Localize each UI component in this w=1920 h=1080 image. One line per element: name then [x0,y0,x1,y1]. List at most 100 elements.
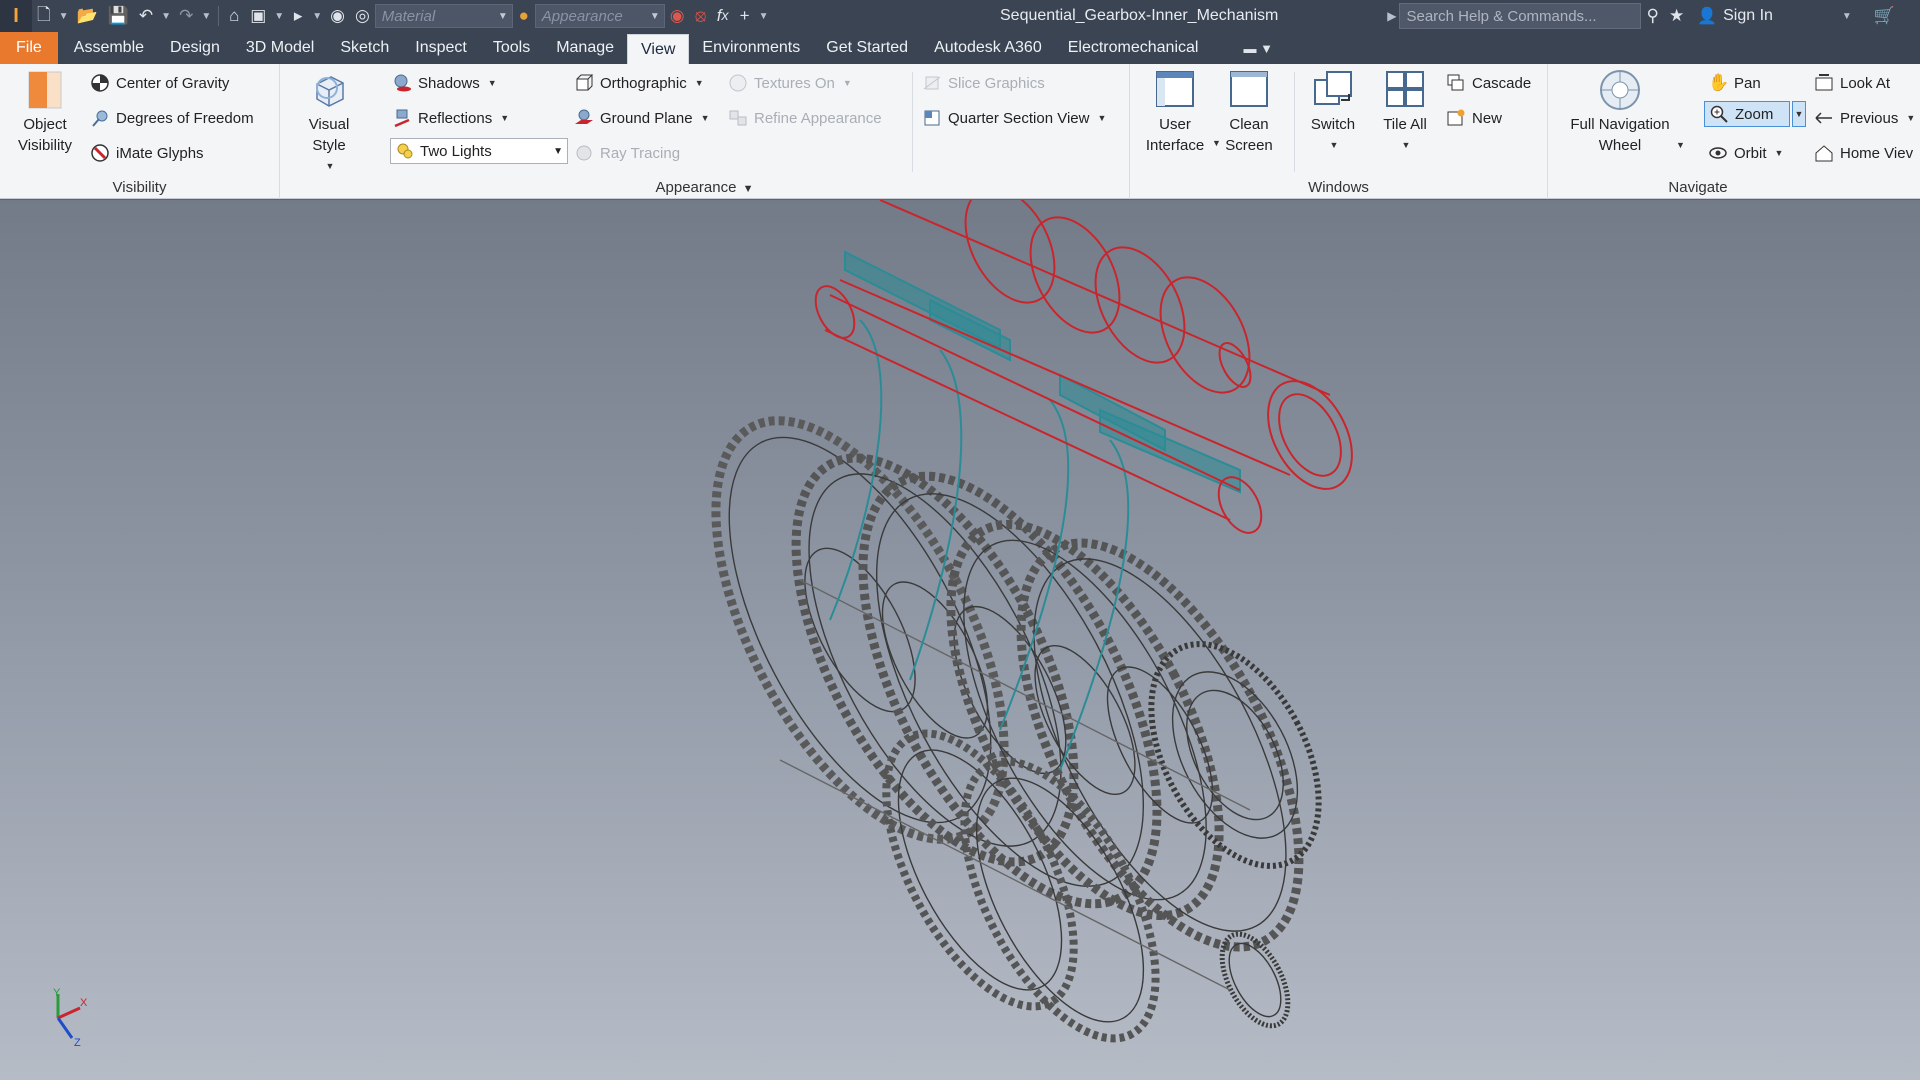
user-interface-button[interactable]: User Interface [1140,68,1210,156]
visual-style-button[interactable]: Visual Style ▼ [292,68,366,177]
home-icon[interactable]: ⌂ [223,0,245,32]
switch-button[interactable]: Switch ▼ [1298,68,1368,156]
home-view-icon [1815,145,1833,162]
add-icon[interactable]: + [734,0,756,32]
x-axis-line [57,1006,81,1020]
previous-view-label: Previous [1840,109,1899,127]
save-icon[interactable]: 💾 [103,0,134,32]
tile-all-button[interactable]: Tile All ▼ [1372,68,1438,156]
function-icon[interactable]: fx [712,0,734,32]
shadows-button[interactable]: Shadows ▼ [392,69,497,97]
drum-top-edge [879,200,1331,396]
tab-inspect[interactable]: Inspect [402,32,480,64]
appearance-sphere-icon[interactable]: ● [513,0,535,32]
tab-3d-model[interactable]: 3D Model [233,32,327,64]
tab-sketch[interactable]: Sketch [327,32,402,64]
expand-arrow-icon[interactable]: ▶ [1384,0,1399,32]
ribbon-display-toggle-icon[interactable]: ▬ ▼ [1243,32,1272,64]
slice-graphics-button[interactable]: Slice Graphics [922,69,1045,97]
gear-stack [711,416,1322,1043]
app-logo-icon[interactable]: I [0,0,32,32]
orbit-button[interactable]: Orbit ▼ [1708,139,1783,167]
tab-environments[interactable]: Environments [689,32,813,64]
new-window-button[interactable]: New [1446,104,1502,132]
select-icon[interactable]: ▸ [287,0,309,32]
appearance-combo[interactable]: Appearance ▼ [534,4,665,28]
chevron-down-icon: ▼ [1906,113,1916,123]
open-folder-icon[interactable]: 📂 [72,0,103,32]
tab-file[interactable]: File [0,32,58,64]
refine-appearance-button[interactable]: Refine Appearance [728,104,882,132]
center-of-gravity-icon [91,74,109,92]
graphics-viewport[interactable]: X Y Z [0,200,1920,1080]
tab-manage[interactable]: Manage [543,32,627,64]
sign-in-label: Sign In [1723,7,1773,24]
quarter-section-view-button[interactable]: Quarter Section View ▼ [922,104,1106,132]
gear-1 [711,416,1009,844]
tab-tools[interactable]: Tools [480,32,543,64]
degrees-of-freedom-button[interactable]: Degrees of Freedom [90,104,254,132]
sign-in-button[interactable]: 👤 Sign In ▼ [1697,0,1855,32]
search-help-input[interactable]: Search Help & Commands... [1399,3,1642,29]
gear-4 [946,519,1224,921]
full-navigation-wheel-button[interactable]: Full Navigation Wheel [1552,68,1688,156]
chevron-down-icon: ▼ [1841,10,1852,22]
tab-view[interactable]: View [627,34,690,64]
material-combo[interactable]: Material ▼ [374,4,513,28]
redo-dropdown-icon[interactable]: ▼ [198,0,214,32]
clean-screen-button[interactable]: Clean Screen [1216,68,1282,156]
object-visibility-button[interactable]: Object Visibility [8,68,82,156]
tab-autodesk-a360[interactable]: Autodesk A360 [921,32,1055,64]
tab-get-started[interactable]: Get Started [813,32,921,64]
redo-icon[interactable]: ↷ [174,0,198,32]
chevron-down-icon: ▼ [694,78,704,88]
lighting-style-combo[interactable]: Two Lights ▼ [390,137,568,165]
adjust-appearance-icon[interactable]: ◉ [665,0,690,32]
orthographic-label: Orthographic [600,74,687,92]
home-view-button[interactable]: Home Viev [1814,139,1913,167]
cascade-button[interactable]: Cascade [1446,69,1531,97]
orthographic-button[interactable]: Orthographic ▼ [574,69,704,97]
material-placeholder: Material [381,7,436,25]
tab-electromechanical[interactable]: Electromechanical [1055,32,1212,64]
cart-icon[interactable]: 🛒 [1869,0,1900,32]
update-dropdown-icon[interactable]: ▼ [271,0,287,32]
color-override-icon[interactable]: ◉ [325,0,350,32]
refine-appearance-label: Refine Appearance [754,109,882,127]
center-of-gravity-button[interactable]: Center of Gravity [90,69,229,97]
reflections-button[interactable]: Reflections ▼ [392,104,509,132]
tab-assemble[interactable]: Assemble [61,32,157,64]
visibility-panel-title: Visibility [112,179,167,196]
clear-appearance-icon[interactable]: ⦻ [690,0,712,32]
shadows-label: Shadows [418,74,480,92]
zoom-button[interactable]: Zoom [1704,101,1790,127]
globe-icon[interactable]: ◎ [350,0,375,32]
tab-design[interactable]: Design [157,32,233,64]
select-dropdown-icon[interactable]: ▼ [309,0,325,32]
update-icon[interactable]: ▣ [245,0,271,32]
gearbox-model[interactable] [0,200,1920,1080]
drum-ring-4 [1159,276,1251,394]
undo-icon[interactable]: ↶ [134,0,158,32]
imate-glyphs-button[interactable]: iMate Glyphs [90,139,204,167]
user-interface-label-2: Interface [1145,137,1205,154]
quarter-section-icon [924,110,940,126]
textures-on-button[interactable]: Textures On ▼ [728,69,852,97]
zoom-label: Zoom [1735,105,1774,123]
binoculars-icon[interactable]: ⚲ [1641,0,1663,32]
new-dropdown-icon[interactable]: ▼ [56,0,72,32]
new-file-icon[interactable]: 🗋 [32,0,56,32]
look-at-button[interactable]: Look At [1814,69,1890,97]
ray-tracing-button[interactable]: Ray Tracing [574,139,680,167]
ground-plane-button[interactable]: Ground Plane ▼ [574,104,710,132]
previous-view-button[interactable]: Previous ▼ [1814,104,1915,132]
z-axis-label: Z [74,1037,81,1048]
appearance-panel-title[interactable]: Appearance ▼ [280,179,1129,196]
customize-qat-icon[interactable]: ▼ [756,0,772,32]
pan-button[interactable]: ✋ Pan [1708,69,1761,97]
star-icon[interactable]: ★ [1664,0,1689,32]
zoom-dropdown-button[interactable]: ▼ [1792,101,1806,127]
chevron-down-icon[interactable]: ▼ [1676,140,1685,150]
undo-dropdown-icon[interactable]: ▼ [158,0,174,32]
ribbon: Object Visibility Center of Gravity Degr… [0,64,1920,199]
